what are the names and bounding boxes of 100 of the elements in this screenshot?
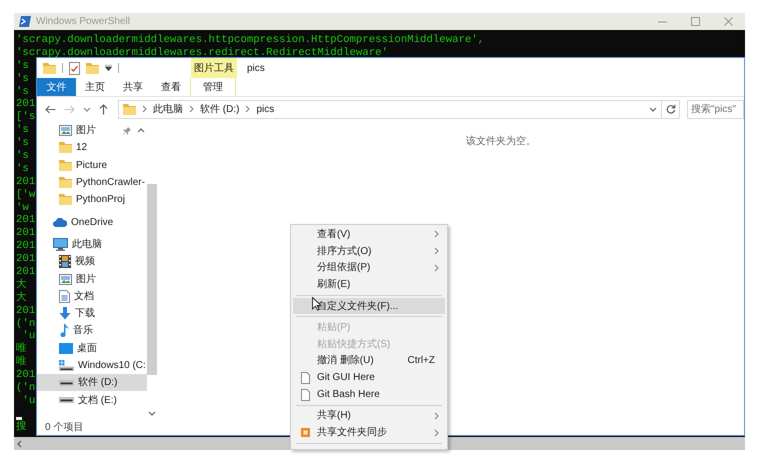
refresh-button[interactable] [662,100,680,118]
nav-item[interactable]: 桌面 [37,340,147,357]
maximize-icon[interactable] [691,17,700,26]
console-line: 201 [16,98,36,111]
breadcrumb-item[interactable]: pics [256,102,274,116]
ribbon-tab[interactable]: 主页 [76,78,114,96]
menu-item[interactable]: Git GUI Here [293,369,445,386]
document-icon [300,388,310,401]
menu-item[interactable]: 共享(H) [293,407,445,424]
folder-icon[interactable] [43,62,56,74]
scroll-down-icon[interactable] [148,411,156,416]
nav-item[interactable]: 文档 [37,288,147,305]
nav-item[interactable]: 12 [37,139,147,157]
folder-icon [59,142,72,154]
nav-item[interactable]: 图片 [37,122,147,140]
picture-icon [59,125,72,136]
console-line: ('n [16,382,36,395]
scroll-left-icon[interactable] [17,440,22,448]
breadcrumb-item[interactable]: 软件 (D:) [200,102,240,116]
customize-dropdown-icon[interactable] [105,65,112,71]
console-line: 's [16,72,29,86]
drive-icon [59,360,74,371]
nav-item[interactable]: Windows10 (C: [37,356,147,374]
collapse-icon[interactable] [137,128,145,134]
document-icon [59,290,70,303]
console-line: 'scrapy.downloadermiddlewares.redirect.RedirectMiddleware' [16,46,388,60]
console-line: 'scrapy.downloadermiddlewares.httpcompression.HttpCompressionMiddleware', [16,34,484,47]
drive-icon [59,380,74,386]
nav-item[interactable]: OneDrive [37,213,147,231]
powershell-icon [19,16,31,27]
scrollbar-thumb[interactable] [147,184,157,375]
nav-item[interactable]: PythonProj [37,191,147,208]
menu-item[interactable]: 排序方式(O) [293,242,445,260]
menu-item[interactable]: 共享文件夹同步 [293,424,445,442]
console-line: 's [16,60,29,73]
console-line: 's [16,150,29,163]
nav-item[interactable]: PythonCrawler- [37,174,147,192]
folder-icon [59,160,72,171]
nav-item[interactable]: 视频 [37,253,147,270]
up-arrow-icon[interactable] [99,104,108,114]
menu-item[interactable]: 撤消 删除(U) Ctrl+Z [293,352,445,370]
ribbon-tab[interactable]: 文件 [37,78,76,96]
nav-item[interactable]: 音乐 [37,322,147,340]
drive-icon [59,397,74,404]
chevron-right-icon [142,105,147,113]
download-icon [59,307,71,320]
folder-icon [123,104,136,114]
pin-icon[interactable] [123,126,131,135]
console-line: 'u [21,394,36,408]
desktop-icon [59,342,73,354]
text-cursor [16,416,22,420]
status-text: 0 个项目 [45,420,84,434]
nav-item[interactable]: 软件 (D:) [37,374,147,392]
window-title: pics [247,62,265,76]
search-field[interactable]: 搜索"pics" [687,100,744,118]
back-arrow-icon[interactable] [45,104,56,114]
folder-icon[interactable] [86,62,99,74]
menu-item[interactable]: 分组依据(P) [293,260,445,276]
window-title: Windows PowerShell [36,15,130,29]
empty-folder-message: 该文件夹为空。 [466,136,536,147]
menu-item[interactable]: 刷新(E) [293,276,445,294]
console-line: 's [16,124,29,137]
ribbon-tab[interactable]: 共享 [114,78,152,96]
address-bar[interactable]: 此电脑 软件 (D:) pics [118,100,662,118]
console-line: 'u [22,330,36,342]
menu-item[interactable]: 查看(V) [293,226,445,243]
console-line: 大 [16,278,27,291]
folder-icon [59,194,72,206]
nav-item[interactable]: 文档 (E:) [37,391,147,409]
close-icon[interactable] [724,17,733,26]
app-icon [300,428,310,438]
nav-item[interactable]: 下载 [37,304,147,322]
properties-icon[interactable] [69,62,80,74]
nav-item[interactable]: Picture [37,156,147,174]
console-line: ['s [16,111,36,124]
console-line: 搜 [16,420,27,434]
breadcrumb-item[interactable]: 此电脑 [153,102,183,116]
ribbon-tab[interactable]: 查看 [152,78,190,96]
chevron-right-icon [189,105,194,113]
nav-item[interactable]: 此电脑 [37,236,147,254]
console-line: 唯 [16,356,27,370]
monitor-icon [53,238,68,251]
music-note-icon [59,324,69,338]
chevron-right-icon [245,105,250,113]
menu-item[interactable]: Git Bash Here [293,386,445,403]
picture-icon [59,274,72,285]
console-line: 201 [16,240,36,254]
console-line: 201 [16,369,36,382]
console-line: 201 [16,176,36,189]
console-line: 's [16,162,29,176]
refresh-icon [666,104,676,114]
ribbon-tab[interactable]: 管理 [190,78,236,96]
console-line: 's [16,137,29,150]
context-tab-label: 图片工具 [191,58,237,78]
console-line: 201 [16,304,36,318]
film-icon [59,255,71,268]
console-line: 201 [16,266,36,278]
forward-arrow-icon[interactable] [64,104,75,114]
console-line: ['w [16,188,36,202]
nav-item[interactable]: 图片 [37,270,147,288]
